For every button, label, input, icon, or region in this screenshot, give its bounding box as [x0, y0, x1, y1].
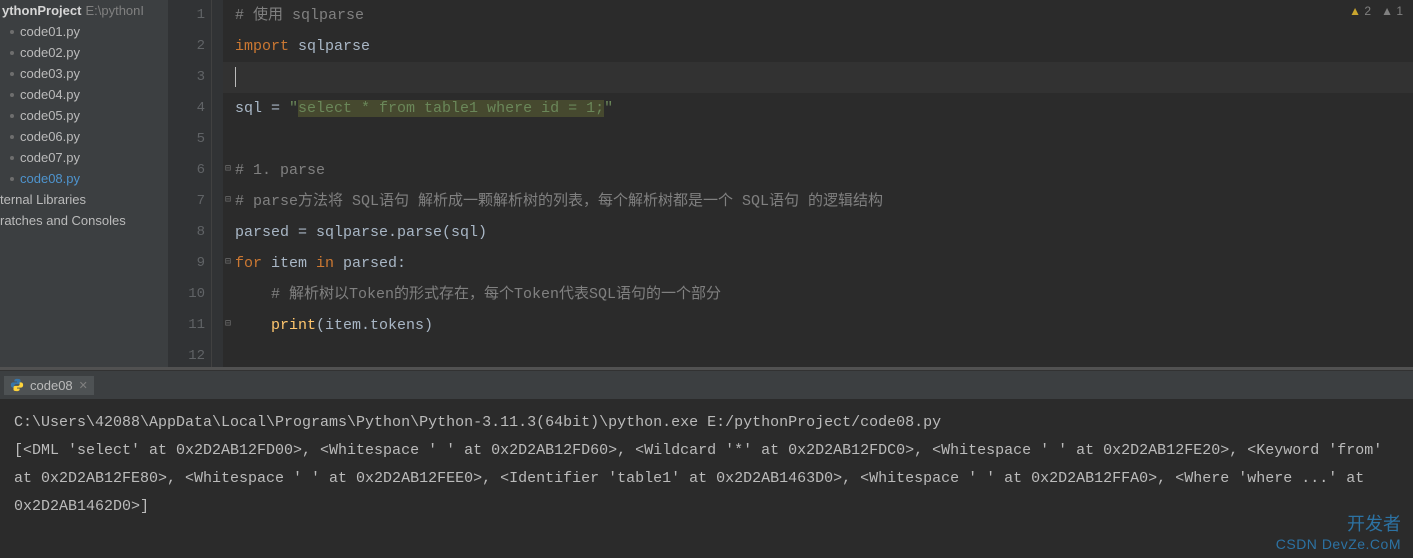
identifier: sqlparse — [298, 38, 370, 55]
bullet-icon — [10, 114, 14, 118]
fold-marker-icon[interactable]: ⊟ — [225, 166, 233, 174]
file-label: code02.py — [20, 45, 80, 60]
keyword: in — [316, 255, 343, 272]
code-line[interactable]: ⊟for item in parsed: — [235, 248, 1413, 279]
project-path: E:\pythonI — [85, 3, 144, 18]
file-label: code06.py — [20, 129, 80, 144]
indent — [235, 317, 271, 334]
string-quote: " — [289, 100, 298, 117]
upper-area: ythonProject E:\pythonI code01.py code02.… — [0, 0, 1413, 367]
file-label: code04.py — [20, 87, 80, 102]
code-line[interactable]: ⊟# parse方法将 SQL语句 解析成一颗解析树的列表，每个解析树都是一个 … — [235, 186, 1413, 217]
project-file-node[interactable]: code07.py — [0, 147, 168, 168]
code-line[interactable]: # 使用 sqlparse — [235, 0, 1413, 31]
project-file-node[interactable]: code05.py — [0, 105, 168, 126]
project-file-node[interactable]: code02.py — [0, 42, 168, 63]
line-number: 2 — [168, 31, 205, 62]
external-libraries-node[interactable]: ternal Libraries — [0, 189, 168, 210]
bullet-icon — [10, 51, 14, 55]
line-number: 8 — [168, 217, 205, 248]
file-label: code01.py — [20, 24, 80, 39]
file-label: code05.py — [20, 108, 80, 123]
comment-text: # parse方法将 SQL语句 解析成一颗解析树的列表，每个解析树都是一个 S… — [235, 193, 883, 210]
run-tab[interactable]: code08 ✕ — [4, 376, 94, 395]
fold-marker-icon[interactable]: ⊟ — [225, 321, 233, 329]
line-number: 3 — [168, 62, 205, 93]
line-number: 10 — [168, 279, 205, 310]
code-line[interactable]: sql = "select * from table1 where id = 1… — [235, 93, 1413, 124]
run-tool-window: code08 ✕ C:\Users\42088\AppData\Local\Pr… — [0, 370, 1413, 558]
project-tree-panel[interactable]: ythonProject E:\pythonI code01.py code02.… — [0, 0, 168, 367]
code-text: sql = — [235, 100, 289, 117]
code-line[interactable]: ⊟ print(item.tokens) — [235, 310, 1413, 341]
project-file-node[interactable]: code08.py — [0, 168, 168, 189]
code-line[interactable] — [235, 341, 1413, 372]
project-file-node[interactable]: code03.py — [0, 63, 168, 84]
identifier: item — [271, 255, 316, 272]
keyword: import — [235, 38, 298, 55]
line-number: 7 — [168, 186, 205, 217]
text-caret — [235, 67, 236, 87]
code-editor[interactable]: 1 2 3 4 5 6 7 8 9 10 11 12 ▲ 2 ▲ 1 — [168, 0, 1413, 367]
bullet-icon — [10, 156, 14, 160]
code-line[interactable]: # 解析树以Token的形式存在，每个Token代表SQL语句的一个部分 — [235, 279, 1413, 310]
code-line[interactable] — [235, 124, 1413, 155]
console-line: [<DML 'select' at 0x2D2AB12FD00>, <White… — [14, 442, 1391, 515]
console-line: C:\Users\42088\AppData\Local\Programs\Py… — [14, 414, 941, 431]
bullet-icon — [10, 177, 14, 181]
line-number: 12 — [168, 341, 205, 372]
run-tab-bar: code08 ✕ — [0, 371, 1413, 399]
python-icon — [10, 378, 24, 392]
code-text: parsed = sqlparse.parse(sql) — [235, 224, 487, 241]
scratches-and-consoles-node[interactable]: ratches and Consoles — [0, 210, 168, 231]
project-file-node[interactable]: code01.py — [0, 21, 168, 42]
bullet-icon — [10, 135, 14, 139]
fold-marker-icon[interactable]: ⊟ — [225, 197, 233, 205]
close-icon[interactable]: ✕ — [79, 379, 88, 392]
file-label: code07.py — [20, 150, 80, 165]
code-line[interactable] — [235, 62, 1413, 93]
comment-text: # 1. parse — [235, 162, 325, 179]
ide-root: ythonProject E:\pythonI code01.py code02.… — [0, 0, 1413, 558]
comment-text: # 使用 sqlparse — [235, 7, 364, 24]
file-label: code03.py — [20, 66, 80, 81]
line-number: 9 — [168, 248, 205, 279]
project-file-node[interactable]: code06.py — [0, 126, 168, 147]
line-number: 6 — [168, 155, 205, 186]
project-root-node[interactable]: ythonProject E:\pythonI — [0, 0, 168, 21]
code-line[interactable]: import sqlparse — [235, 31, 1413, 62]
line-number: 1 — [168, 0, 205, 31]
keyword: for — [235, 255, 271, 272]
file-label: code08.py — [20, 171, 80, 186]
run-tab-label: code08 — [30, 378, 73, 393]
comment-text: # 解析树以Token的形式存在，每个Token代表SQL语句的一个部分 — [235, 286, 721, 303]
line-number: 11 — [168, 310, 205, 341]
string-quote: " — [604, 100, 613, 117]
code-line[interactable]: ⊟# 1. parse — [235, 155, 1413, 186]
console-output[interactable]: C:\Users\42088\AppData\Local\Programs\Py… — [0, 399, 1413, 558]
bullet-icon — [10, 30, 14, 34]
line-number: 5 — [168, 124, 205, 155]
project-file-node[interactable]: code04.py — [0, 84, 168, 105]
project-name: ythonProject — [2, 3, 81, 18]
fold-strip[interactable] — [211, 0, 223, 367]
code-line[interactable]: parsed = sqlparse.parse(sql) — [235, 217, 1413, 248]
bullet-icon — [10, 93, 14, 97]
identifier: parsed: — [343, 255, 406, 272]
code-text: (item.tokens) — [316, 317, 433, 334]
string-highlighted: select * from table1 where id = 1; — [298, 100, 604, 117]
fold-marker-icon[interactable]: ⊟ — [225, 259, 233, 267]
line-number: 4 — [168, 93, 205, 124]
builtin-fn: print — [271, 317, 316, 334]
bullet-icon — [10, 72, 14, 76]
code-area[interactable]: ▲ 2 ▲ 1 # 使用 sqlparse import sqlparse sq… — [223, 0, 1413, 367]
